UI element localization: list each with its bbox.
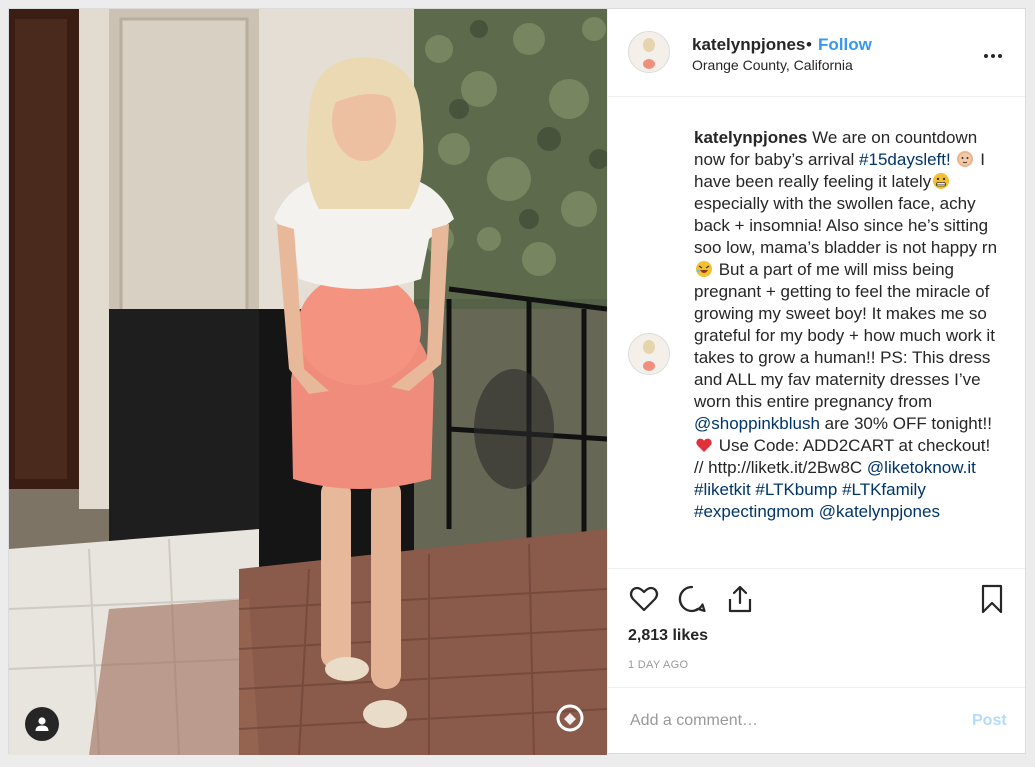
username[interactable]: katelynpjones [692, 35, 805, 55]
post-photo[interactable] [9, 9, 607, 755]
hashtag-15daysleft[interactable]: #15daysleft! [859, 150, 951, 169]
hashtag-ltkbump[interactable]: #LTKbump [755, 480, 837, 499]
caption-username[interactable]: katelynpjones [694, 128, 807, 147]
caption-segment: especially with the swollen face, achy b… [694, 194, 998, 257]
caption-text: katelynpjones We are on countdown now fo… [694, 127, 1004, 523]
rolling-laughing-emoji-icon [696, 261, 712, 277]
post-timestamp[interactable]: 1 DAY AGO [628, 659, 688, 671]
caption-section: katelynpjones We are on countdown now fo… [608, 97, 1025, 567]
mention-liketoknow[interactable]: @liketoknow.it [867, 458, 976, 477]
post-comment-button[interactable]: Post [972, 712, 1007, 730]
photo-illustration [9, 9, 607, 755]
red-heart-emoji-icon [696, 438, 712, 452]
share-upload-icon[interactable] [724, 583, 756, 615]
bookmark-icon[interactable] [976, 583, 1008, 615]
mention-shoppinkblush[interactable]: @shoppinkblush [694, 414, 820, 433]
comment-input[interactable] [628, 706, 952, 736]
mention-katelynpjones[interactable]: @katelynpjones [819, 502, 940, 521]
three-dots-icon[interactable] [984, 45, 1008, 59]
hashtag-ltkfamily[interactable]: #LTKfamily [842, 480, 926, 499]
comment-bar: Post [608, 687, 1025, 753]
caption-segment: But a part of me will miss being pregnan… [694, 260, 995, 411]
separator-dot: • [806, 35, 812, 54]
speech-bubble-icon[interactable] [676, 583, 708, 615]
post-side-panel: katelynpjones • Follow Orange County, Ca… [607, 9, 1025, 755]
baby-emoji-icon [957, 151, 974, 167]
post-actions: 2,813 likes 1 DAY AGO Post [608, 568, 1025, 753]
like-count[interactable]: 2,813 likes [628, 627, 708, 645]
hashtag-liketkit[interactable]: #liketkit [694, 480, 751, 499]
ltk-watermark-icon [553, 701, 587, 735]
instagram-post: katelynpjones • Follow Orange County, Ca… [8, 8, 1026, 755]
post-header: katelynpjones • Follow Orange County, Ca… [608, 9, 1025, 97]
person-icon [35, 717, 49, 731]
user-tags-button[interactable] [25, 707, 59, 741]
avatar[interactable] [628, 31, 670, 73]
grimacing-emoji-icon [933, 173, 950, 189]
heart-outline-icon[interactable] [628, 583, 660, 615]
follow-button[interactable]: Follow [818, 35, 872, 55]
caption-avatar[interactable] [628, 333, 670, 375]
location-link[interactable]: Orange County, California [692, 57, 853, 73]
hashtag-expectingmom[interactable]: #expectingmom [694, 502, 814, 521]
caption-segment: are 30% OFF tonight!! [819, 414, 992, 433]
